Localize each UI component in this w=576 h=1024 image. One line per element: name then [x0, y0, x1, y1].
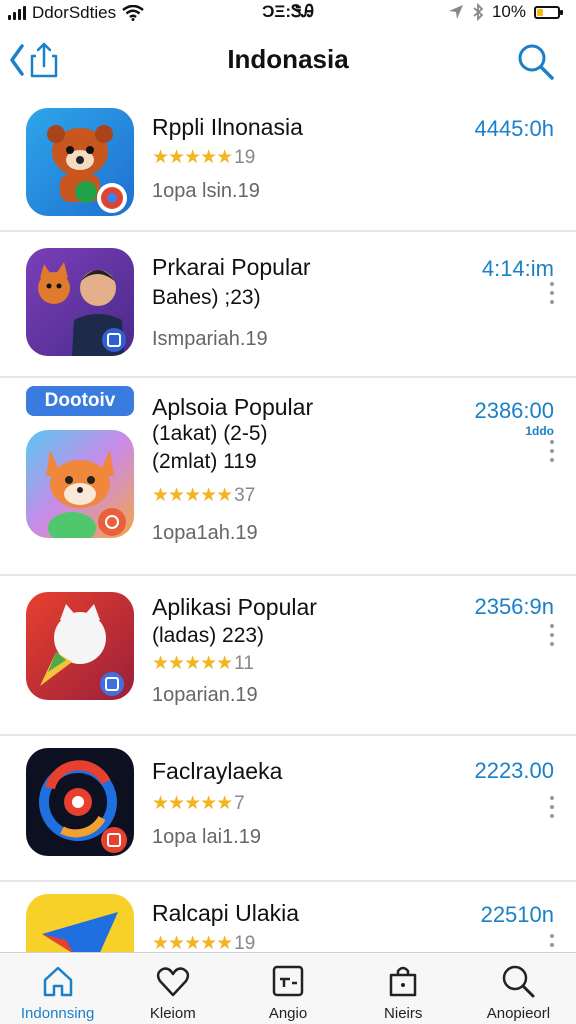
bag-icon [389, 966, 417, 997]
app-meta: Ismpariah.19 [152, 328, 268, 350]
app-price-button[interactable]: 22510n [481, 902, 554, 928]
heart-icon [156, 967, 189, 997]
more-options-icon[interactable] [548, 796, 556, 818]
list-item[interactable]: Ralcapi Ulakia ★★★★★ 19 22510n [0, 882, 576, 952]
app-name: Rppli Ilnonasia [152, 114, 303, 140]
tab-news[interactable]: Nieirs [346, 953, 461, 1024]
tab-bar: Indonnsing Kleiom Angio Nieirs Anopieorl [0, 952, 576, 1024]
app-price-button[interactable]: 4:14:im [482, 256, 554, 282]
badge-label: Dootoiv [26, 386, 134, 416]
list-item[interactable]: Dootoiv Aplsoia Popular (1akat) (2-5) (2… [0, 378, 576, 576]
home-icon [43, 966, 72, 997]
list-item[interactable]: Aplikasi Popular (ladas) 223) ★★★★★ 11 1… [0, 576, 576, 736]
tab-label: Angio [268, 1005, 308, 1022]
app-name: Aplikasi Popular [152, 594, 317, 620]
app-rating: ★★★★★ 11 [152, 652, 254, 675]
app-price-button[interactable]: 2356:9n [474, 594, 554, 620]
list-item[interactable]: Prkarai Popular Bahes) ;23) Ismpariah.19… [0, 232, 576, 378]
star-rating-icon: ★★★★★ [152, 485, 233, 506]
nav-bar: Indonasia [0, 30, 576, 90]
app-rating: ★★★★★ 7 [152, 792, 245, 815]
more-options-icon[interactable] [548, 282, 556, 304]
app-subtitle: (ladas) 223) [152, 624, 265, 647]
location-icon [448, 5, 463, 19]
app-price-button[interactable]: 2386:00 [474, 398, 554, 424]
app-subtitle-2: (2mlat) 119 [152, 450, 257, 473]
app-name: Prkarai Popular [152, 254, 311, 280]
paper-plane-icon [26, 894, 134, 952]
page-title: Indonasia [227, 44, 349, 74]
swirl-icon [26, 748, 134, 856]
app-price-button[interactable]: 4445:0h [474, 116, 554, 142]
app-rating: ★★★★★ 19 [152, 932, 256, 953]
tab-apps[interactable]: Angio [230, 953, 345, 1024]
bluetooth-icon [473, 3, 484, 21]
more-options-icon[interactable] [548, 624, 556, 646]
white-cat-icon [26, 592, 134, 700]
search-icon [503, 965, 535, 998]
list-item[interactable]: Faclraylaeka ★★★★★ 7 1opa lai1.19 2223.0… [0, 736, 576, 882]
app-meta: 1opa lsin.19 [152, 180, 260, 202]
app-name: Aplsoia Popular [152, 394, 314, 420]
app-meta: 1opa lai1.19 [152, 826, 261, 848]
status-bar: DdorSdties ϽΞ:ᏕᎯ 10% [0, 0, 576, 26]
app-meta: 1opa1ah.19 [152, 522, 258, 544]
rating-count: 37 [234, 484, 256, 506]
tab-home[interactable]: Indonnsing [0, 953, 115, 1024]
app-name: Ralcapi Ulakia [152, 900, 300, 926]
list-item[interactable]: Rppli Ilnonasia ★★★★★ 19 1opa lsin.19 44… [0, 96, 576, 232]
red-panda-icon [26, 108, 134, 216]
rating-count: 11 [234, 652, 254, 674]
rating-count: 19 [234, 932, 256, 953]
app-list: Rppli Ilnonasia ★★★★★ 19 1opa lsin.19 44… [0, 96, 576, 952]
status-right: 10% [448, 2, 563, 22]
star-rating-icon: ★★★★★ [152, 147, 233, 168]
tab-search[interactable]: Anopieorl [461, 953, 576, 1024]
app-subtitle: Bahes) ;23) [152, 286, 261, 309]
app-name: Faclraylaeka [152, 758, 283, 784]
app-meta: 1oparian.19 [152, 684, 258, 706]
search-icon[interactable] [516, 42, 556, 82]
star-rating-icon: ★★★★★ [152, 653, 233, 674]
star-rating-icon: ★★★★★ [152, 933, 233, 952]
tab-label: Nieirs [384, 1005, 423, 1022]
tab-label: Indonnsing [20, 1005, 95, 1022]
window-icon [272, 965, 304, 997]
app-price-button[interactable]: 2223.00 [474, 758, 554, 784]
rating-count: 19 [234, 146, 256, 168]
person-fox-icon [26, 248, 134, 356]
tab-label: Kleiom [149, 1005, 196, 1022]
tab-label: Anopieorl [486, 1005, 551, 1022]
fox-icon [26, 430, 134, 538]
app-subtitle: (1akat) (2-5) [152, 422, 268, 445]
battery-percent: 10% [491, 2, 526, 21]
app-rating: ★★★★★ 19 [152, 146, 255, 169]
rating-count: 7 [234, 792, 245, 814]
star-rating-icon: ★★★★★ [152, 793, 233, 814]
app-rating: ★★★★★ 37 [152, 484, 255, 507]
battery-icon [534, 5, 563, 19]
more-options-icon[interactable] [548, 440, 556, 462]
more-options-icon[interactable] [548, 934, 556, 947]
tab-favorites[interactable]: Kleiom [115, 953, 230, 1024]
app-price-note: 1ddo [525, 424, 554, 438]
battery-fill [537, 8, 543, 16]
